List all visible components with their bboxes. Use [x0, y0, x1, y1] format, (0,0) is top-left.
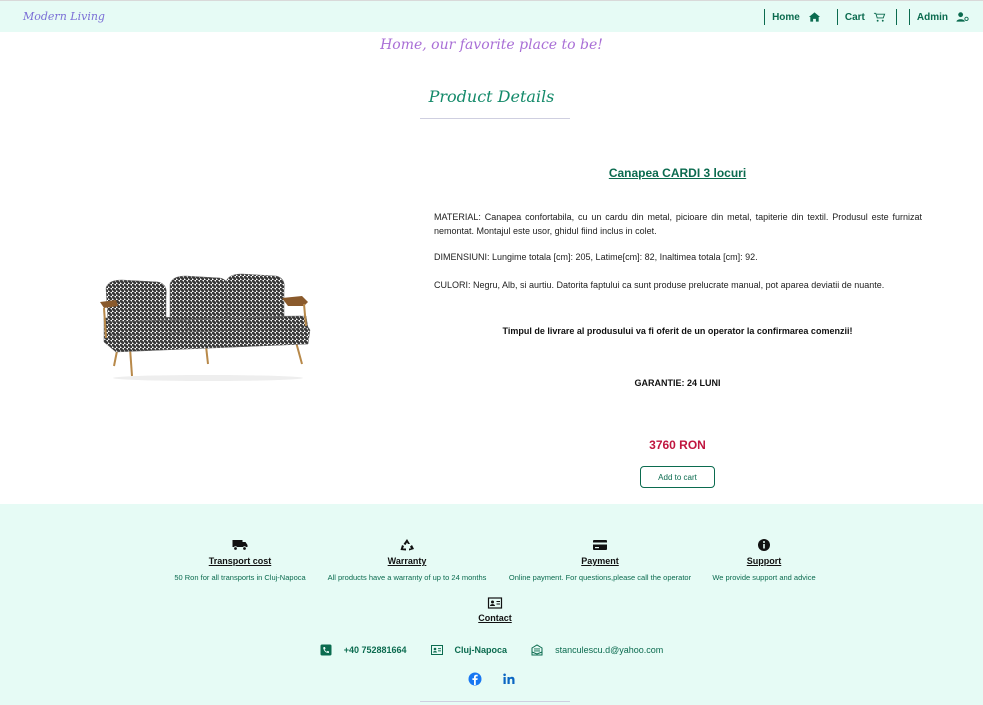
warranty-note: GARANTIE: 24 LUNI — [634, 378, 721, 388]
info-icon — [758, 539, 770, 551]
product-name[interactable]: Canapea CARDI 3 locuri — [430, 166, 925, 180]
email-icon — [531, 644, 543, 656]
contact-email[interactable]: stanculescu.d@yahoo.com — [531, 644, 663, 656]
home-icon — [808, 12, 820, 22]
nav-home[interactable]: Home — [764, 9, 831, 25]
tagline: Home, our favorite place to be! — [380, 37, 603, 53]
nav-cart-label: Cart — [844, 11, 865, 23]
product-colors: CULORI: Negru, Alb, si aurtiu. Datorita … — [434, 280, 885, 290]
product-image — [100, 273, 311, 381]
contact-section: Contact — [420, 596, 570, 623]
linkedin-link[interactable] — [502, 672, 516, 686]
footer-divider — [420, 701, 570, 702]
social-links — [0, 672, 983, 686]
feature-support: Support We provide support and advice — [659, 538, 869, 582]
feature-warranty: Warranty All products have a warranty of… — [302, 538, 512, 582]
page-title: Product Details — [428, 87, 555, 106]
contact-title: Contact — [478, 613, 512, 623]
truck-icon — [232, 540, 248, 551]
nav-cart[interactable]: Cart — [836, 9, 897, 25]
contact-phone[interactable]: +40 752881664 — [320, 644, 407, 656]
brand-logo[interactable]: Modern Living — [23, 10, 105, 23]
nav-admin[interactable]: Admin — [908, 9, 973, 25]
cart-icon — [873, 12, 886, 22]
feature-warranty-title: Warranty — [387, 556, 427, 566]
contact-email-text: stanculescu.d@yahoo.com — [555, 645, 664, 655]
facebook-icon — [468, 672, 481, 686]
product-material: MATERIAL: Canapea confortabila, cu un ca… — [434, 212, 922, 236]
facebook-link[interactable] — [468, 672, 482, 686]
feature-support-desc: We provide support and advice — [712, 573, 816, 582]
contact-card-icon — [487, 597, 503, 609]
contact-city: Cluj-Napoca — [430, 644, 508, 656]
phone-icon — [320, 644, 332, 656]
delivery-note: Timpul de livrare al produsului va fi of… — [502, 326, 853, 336]
top-navbar: Modern Living Home Cart Admin — [0, 0, 983, 32]
contact-phone-text: +40 752881664 — [343, 645, 407, 655]
product-price: 3760 RON — [649, 438, 706, 452]
feature-warranty-desc: All products have a warranty of up to 24… — [327, 573, 487, 582]
feature-support-title: Support — [746, 556, 782, 566]
nav-home-label: Home — [772, 11, 800, 23]
title-divider — [420, 118, 570, 119]
credit-card-icon — [593, 540, 607, 550]
linkedin-icon — [502, 673, 514, 684]
main-nav: Home Cart Admin — [758, 9, 973, 25]
recycle-icon — [400, 539, 414, 551]
admin-user-icon — [956, 12, 969, 22]
product-dimensions: DIMENSIUNI: Lungime totala [cm]: 205, La… — [434, 252, 758, 262]
contact-info-row: +40 752881664 Cluj-Napoca stanculescu.d@… — [0, 644, 983, 656]
address-card-icon — [430, 645, 443, 655]
contact-city-text: Cluj-Napoca — [454, 645, 508, 655]
nav-admin-label: Admin — [916, 11, 948, 23]
add-to-cart-button[interactable]: Add to cart — [640, 466, 715, 488]
footer: Transport cost 50 Ron for all transports… — [0, 504, 983, 705]
